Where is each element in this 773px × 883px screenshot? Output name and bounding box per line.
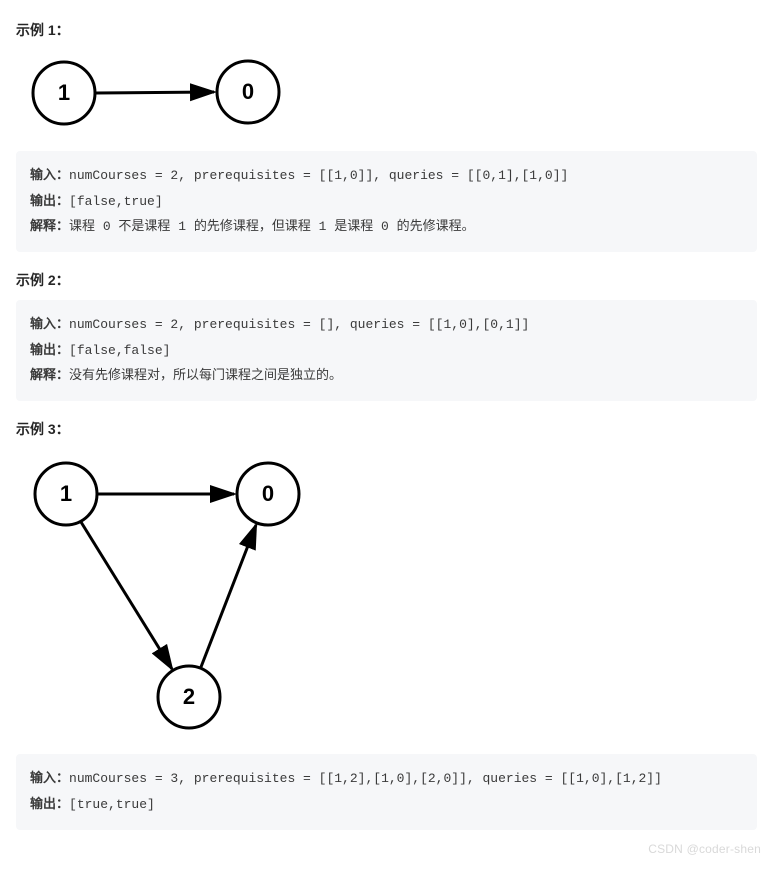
watermark: CSDN @coder-shen xyxy=(648,842,761,856)
example-title: 示例 2： xyxy=(16,270,757,290)
graph-node-label: 2 xyxy=(183,684,195,709)
example-code-block: 输入：numCourses = 2, prerequisites = [[1,0… xyxy=(16,151,757,252)
graph-node-label: 0 xyxy=(242,79,254,104)
input-value: numCourses = 2, prerequisites = [[1,0]],… xyxy=(69,168,568,183)
explain-label: 解释： xyxy=(30,218,69,233)
graph-node-label: 0 xyxy=(262,481,274,506)
graph-node-label: 1 xyxy=(60,481,72,506)
graph-node-label: 1 xyxy=(58,80,70,105)
input-label: 输入： xyxy=(30,770,69,785)
explain-value: 课程 0 不是课程 1 的先修课程，但课程 1 是课程 0 的先修课程。 xyxy=(69,219,475,234)
input-label: 输入： xyxy=(30,167,69,182)
graph-example-1: 1 0 xyxy=(16,50,757,139)
input-value: numCourses = 3, prerequisites = [[1,2],[… xyxy=(69,771,662,786)
output-value: [true,true] xyxy=(69,797,155,812)
output-label: 输出： xyxy=(30,796,69,811)
input-value: numCourses = 2, prerequisites = [], quer… xyxy=(69,317,529,332)
output-value: [false,false] xyxy=(69,343,170,358)
explain-label: 解释： xyxy=(30,367,69,382)
example-title: 示例 1： xyxy=(16,20,757,40)
explain-value: 没有先修课程对，所以每门课程之间是独立的。 xyxy=(69,368,342,383)
output-label: 输出： xyxy=(30,342,69,357)
output-value: [false,true] xyxy=(69,194,163,209)
graph-example-3: 1 0 2 xyxy=(16,449,757,742)
example-code-block: 输入：numCourses = 2, prerequisites = [], q… xyxy=(16,300,757,401)
output-label: 输出： xyxy=(30,193,69,208)
example-title: 示例 3： xyxy=(16,419,757,439)
input-label: 输入： xyxy=(30,316,69,331)
example-code-block: 输入：numCourses = 3, prerequisites = [[1,2… xyxy=(16,754,757,829)
